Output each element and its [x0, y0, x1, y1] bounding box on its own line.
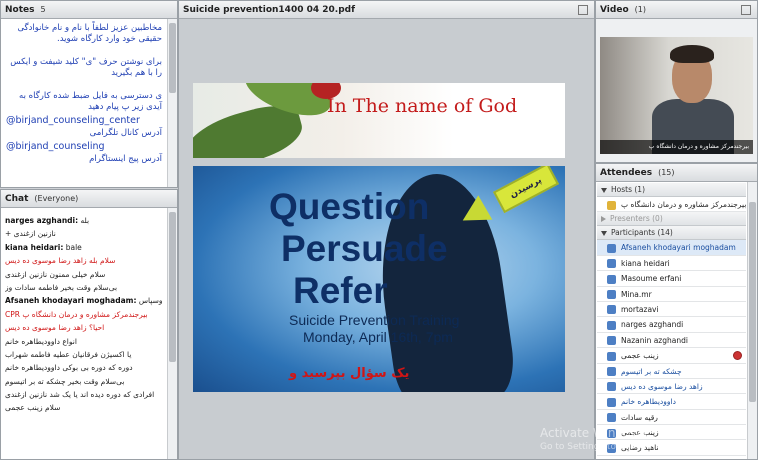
slide-main: پرسیدن Question Persuade Refer Suicide P…	[193, 166, 565, 392]
notes-channel-handle[interactable]: @birjand_counseling_center	[6, 115, 162, 126]
chevron-down-icon	[601, 230, 607, 236]
chat-message: سلام زینب عجمی	[5, 403, 61, 413]
attendee-row[interactable]: Masoume erfani	[597, 271, 746, 287]
user-icon	[607, 351, 616, 361]
activation-watermark: Activate Windows Go to Settings to activ…	[540, 426, 701, 454]
slide-persian-line: یک سؤال بپرسید و	[289, 366, 410, 381]
video-count: (1)	[634, 5, 646, 14]
chat-message: Afsaneh khodayari moghadam: باسلام وسپاس	[5, 296, 163, 306]
fullscreen-icon[interactable]	[741, 5, 751, 15]
slide-word-persuade: Persuade	[281, 228, 448, 269]
fullscreen-icon[interactable]	[578, 5, 588, 15]
attendees-title: Attendees	[600, 167, 653, 178]
notes-channel-label: آدرس کانال تلگرامی	[89, 128, 162, 138]
chat-message: یا اکسیژن فرقانیان عطیه فاطمه شهراب	[5, 349, 132, 359]
user-icon	[607, 274, 616, 284]
notes-line-3: ی دسترسی به فایل ضبط شده کارگاه به آیدی …	[19, 91, 162, 112]
attendee-row[interactable]: Afsaneh khodayari moghadam	[597, 240, 746, 256]
chat-message: بی‌سلام وقت بخیر فاطمه سادات وز	[5, 282, 118, 292]
chat-message: kiana heidari: bale	[5, 242, 82, 252]
attendees-scrollbar[interactable]	[747, 182, 757, 459]
watermark-line-2: Go to Settings to activate Windows.	[540, 442, 702, 452]
slide-heading: In The name of God	[327, 95, 518, 117]
slide-subtitle-2: Monday, April 16th, 7pm	[303, 329, 453, 345]
video-pod: Video (1) بیرجندمرکز مشاوره و درمان دانش…	[595, 0, 758, 163]
chat-message: انواع داوودیطاهره خانم	[5, 336, 77, 346]
slide-word-question: Question	[269, 186, 430, 227]
slide-banner: In The name of God	[193, 83, 565, 158]
attendee-row[interactable]: Nazanin azghandi	[597, 333, 746, 349]
user-icon	[607, 413, 616, 423]
notes-page-handle[interactable]: @birjand_counseling	[6, 141, 162, 152]
chat-message: افرادی که دوره دیده اند یا یک شد نازنین …	[5, 390, 155, 400]
user-icon	[607, 320, 616, 330]
video-title: Video	[600, 4, 629, 15]
chevron-right-icon	[601, 216, 606, 223]
share-header: Suicide prevention1400 04 20.pdf	[179, 1, 594, 19]
attendees-count: (15)	[658, 168, 675, 177]
notes-content: مخاطبین عزیز لطفاً با نام و نام خانوادگی…	[3, 21, 165, 187]
status-icon	[733, 351, 742, 361]
video-header: Video (1)	[596, 1, 757, 19]
host-icon	[607, 200, 616, 210]
attendee-row[interactable]: زاهد رضا موسوی ده دیس	[597, 379, 746, 395]
video-caption: بیرجندمرکز مشاوره و درمان دانشگاه پ	[600, 140, 753, 154]
chevron-down-icon	[601, 187, 607, 193]
notes-line-1: مخاطبین عزیز لطفاً با نام و نام خانوادگی…	[17, 23, 162, 44]
attendee-row[interactable]: بیرجندمرکز مشاوره و درمان دانشگاه پ	[597, 197, 746, 213]
user-icon	[607, 290, 616, 300]
chat-message: narges azghandi: بله	[5, 216, 90, 225]
chat-pod: Chat (Everyone) narges azghandi: بله + ن…	[0, 189, 178, 460]
slide-badge: پرسیدن	[492, 166, 560, 214]
attendee-row[interactable]: Mina.mr	[597, 287, 746, 302]
notes-header: Notes 5	[1, 1, 177, 19]
user-icon	[607, 305, 616, 315]
user-icon	[607, 382, 616, 392]
notes-title: Notes	[5, 4, 35, 15]
chat-message: احیا؟ زاهد رضا موسوی ده دیس	[5, 323, 105, 333]
notes-page-label: آدرس پیج اینستاگرام	[89, 154, 162, 164]
chat-message: دوره که دوره بی بوکی داوودیطاهره خانم	[5, 363, 133, 373]
group-participants[interactable]: Participants (14)	[597, 226, 746, 241]
chat-message: بی‌سلام وقت بخیر چشکه ته بر اتیسوم	[5, 376, 125, 386]
slide-subtitle-1: Suicide Prevention Training	[289, 312, 460, 328]
chat-scrollbar[interactable]	[167, 208, 177, 459]
user-icon	[607, 243, 616, 253]
chat-message: سلام خیلی ممنون نازنین ازغندی	[5, 269, 106, 279]
attendee-row[interactable]: kiana heidari	[597, 256, 746, 272]
attendee-row[interactable]: رقیه سادات	[597, 410, 746, 426]
notes-scrollbar[interactable]	[167, 19, 177, 187]
chat-title: Chat	[5, 193, 29, 204]
share-title: Suicide prevention1400 04 20.pdf	[183, 4, 355, 15]
attendees-header: Attendees (15)	[596, 164, 757, 182]
attendee-row[interactable]: زینب عجمی	[597, 348, 746, 364]
chat-scope[interactable]: (Everyone)	[34, 194, 78, 203]
watermark-line-1: Activate Windows	[540, 426, 647, 440]
notes-pod: Notes 5 مخاطبین عزیز لطفاً با نام و نام …	[0, 0, 178, 188]
chat-header: Chat (Everyone)	[1, 190, 177, 208]
slide-word-refer: Refer	[293, 270, 388, 311]
attendee-row[interactable]: narges azghandi	[597, 317, 746, 333]
attendee-row[interactable]: چشکه ته بر اتیسوم	[597, 364, 746, 379]
chat-messages: narges azghandi: بله + نازنین ازغندی kia…	[3, 212, 165, 459]
chat-message: CPR بیرجندمرکز مشاوره و درمان دانشگاه پ	[5, 309, 148, 319]
chat-message: سلام بله زاهد رضا موسوی ده دیس	[5, 256, 116, 266]
video-feed[interactable]: بیرجندمرکز مشاوره و درمان دانشگاه پ	[600, 37, 753, 154]
user-icon	[607, 397, 616, 407]
chat-message: + نازنین ازغندی	[5, 229, 56, 239]
share-pod: Suicide prevention1400 04 20.pdf In The …	[178, 0, 595, 460]
attendees-pod: Attendees (15) Hosts (1) بیرجندمرکز مشاو…	[595, 163, 758, 460]
group-presenters[interactable]: Presenters (0)	[597, 212, 746, 227]
group-hosts[interactable]: Hosts (1)	[597, 183, 746, 197]
notes-count: 5	[40, 5, 46, 14]
user-icon	[607, 259, 616, 269]
attendee-row[interactable]: داوودیطاهره خانم	[597, 394, 746, 410]
attendees-list: Hosts (1) بیرجندمرکز مشاوره و درمان دانش…	[597, 183, 746, 459]
user-icon	[607, 336, 616, 346]
attendee-row[interactable]: mortazavi	[597, 302, 746, 318]
notes-line-2: برای نوشتن حرف "ی" کلید شیفت و ایکس را ب…	[10, 57, 162, 78]
user-icon	[607, 367, 616, 377]
